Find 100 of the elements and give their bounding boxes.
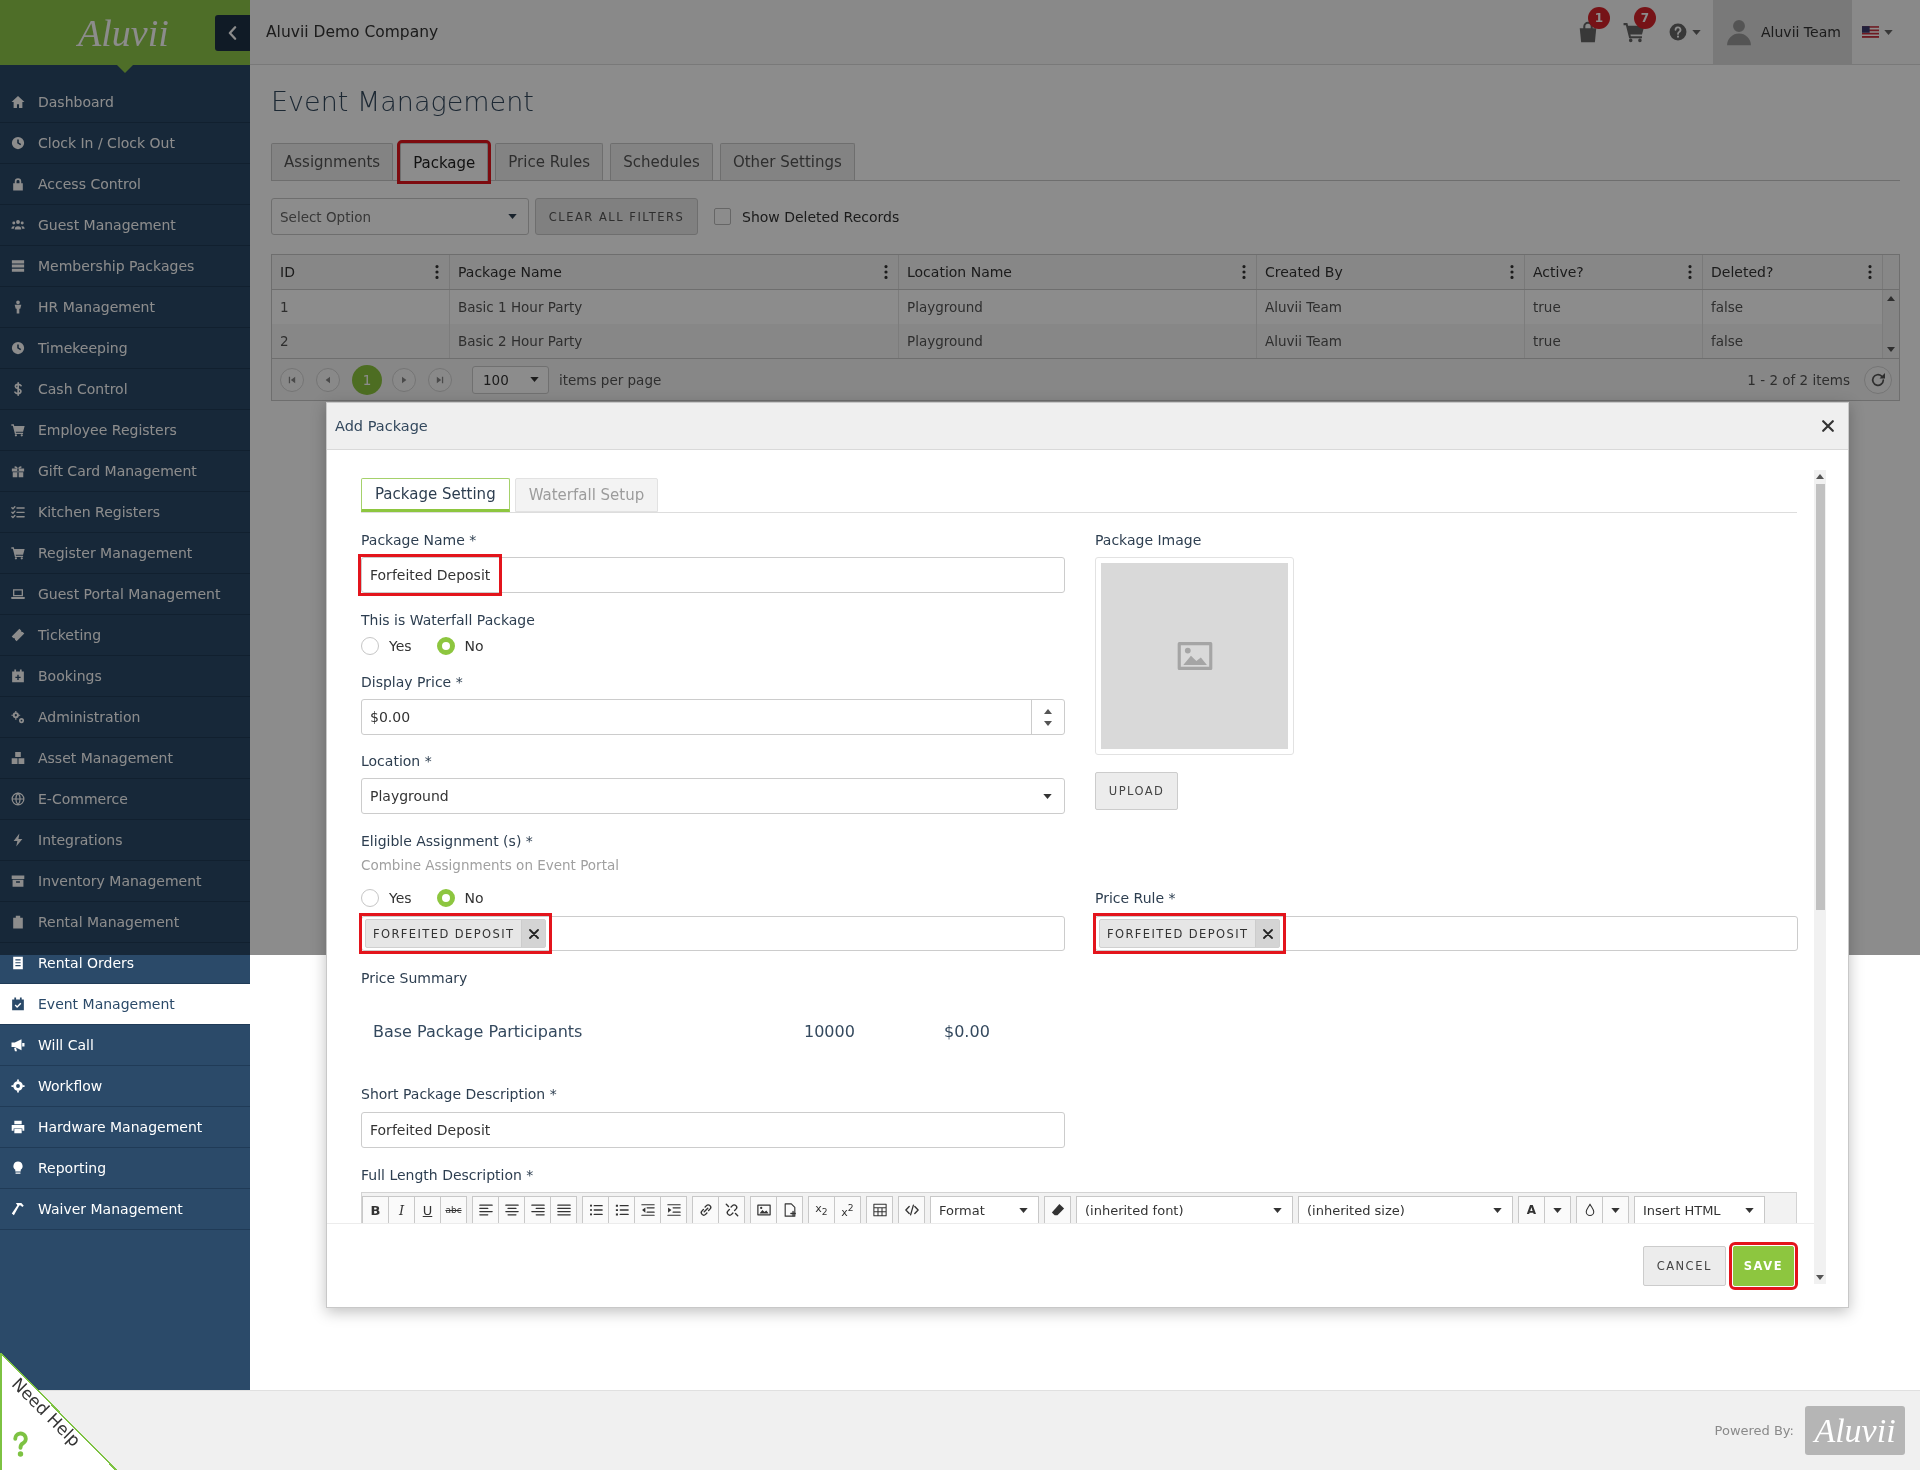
clear-filters-button[interactable]: CLEAR ALL FILTERS [535, 198, 698, 235]
price-rule-field[interactable]: FORFEITED DEPOSIT [1095, 916, 1798, 951]
language-button[interactable] [1862, 26, 1893, 38]
sidebar-item[interactable]: Bookings [11, 667, 102, 685]
clear-formatting-button[interactable] [1044, 1196, 1071, 1223]
text-color-button[interactable]: A [1518, 1196, 1545, 1223]
option-select[interactable]: Select Option [271, 198, 529, 235]
underline-button[interactable]: U [415, 1196, 441, 1223]
italic-button[interactable]: I [389, 1196, 415, 1223]
sidebar-item[interactable]: Rental Orders [11, 954, 135, 972]
sidebar-item[interactable]: Guest Portal Management [11, 585, 221, 603]
sidebar-item[interactable]: Reporting [11, 1159, 107, 1177]
help-menu-button[interactable] [1669, 23, 1701, 41]
column-header[interactable]: Active? [1533, 264, 1584, 280]
link-button[interactable] [692, 1196, 719, 1223]
table-button[interactable] [866, 1196, 893, 1223]
tab[interactable]: Package Setting [361, 478, 510, 512]
indent-button[interactable] [661, 1196, 687, 1223]
location-select[interactable]: Playground [361, 778, 1065, 814]
first-page-button[interactable] [280, 367, 304, 392]
sidebar-item[interactable]: Ticketing [11, 626, 102, 644]
squares-icon [11, 751, 25, 765]
upload-button[interactable]: UPLOAD [1095, 772, 1178, 810]
insert-html-dropdown[interactable]: Insert HTML [1634, 1196, 1765, 1223]
align-justify-button[interactable] [551, 1196, 577, 1223]
superscript-button[interactable]: x$^{2}$ [835, 1196, 861, 1223]
sidebar-item[interactable]: Will Call [11, 1036, 94, 1054]
sidebar-item[interactable]: Hardware Management [11, 1118, 203, 1136]
sidebar-item[interactable]: Cash Control [11, 380, 128, 398]
background-color-menu-button[interactable] [1603, 1196, 1629, 1223]
sidebar-item[interactable]: Kitchen Registers [11, 503, 160, 521]
radio-button[interactable] [361, 637, 379, 655]
align-right-button[interactable] [525, 1196, 551, 1223]
bold-button[interactable]: B [362, 1196, 389, 1223]
remove-tag-button[interactable] [521, 920, 546, 947]
subscript-button[interactable]: x$_{2}$ [808, 1196, 835, 1223]
column-header[interactable]: Location Name [907, 264, 1012, 280]
sidebar-item[interactable]: Rental Management [11, 913, 180, 931]
sidebar-item[interactable]: Gift Card Management [11, 462, 197, 480]
list-button[interactable] [609, 1196, 635, 1223]
close-button[interactable] [1822, 420, 1834, 432]
sidebar-item[interactable]: Employee Registers [11, 421, 177, 439]
page-size-select[interactable]: 100 [472, 365, 549, 394]
bullet-list-icon [588, 1203, 603, 1217]
font-dropdown[interactable]: (inherited font) [1076, 1196, 1293, 1223]
sidebar-item[interactable]: Dashboard [11, 93, 114, 111]
package-name-field[interactable]: Forfeited Deposit [361, 557, 1065, 593]
scrollbar-thumb[interactable] [1815, 484, 1825, 910]
tab[interactable]: Schedules [610, 143, 713, 180]
sidebar-item[interactable]: Integrations [11, 831, 123, 849]
radio-button[interactable] [436, 637, 455, 655]
price-field[interactable]: $0.00 [361, 699, 1065, 735]
sidebar-item[interactable]: Clock In / Clock Out [11, 134, 175, 152]
outdent-button[interactable] [635, 1196, 661, 1223]
sidebar-item[interactable]: Timekeeping [11, 339, 128, 357]
remove-tag-button[interactable] [1255, 920, 1280, 947]
sidebar-item[interactable]: Register Management [11, 544, 193, 562]
sidebar-item[interactable]: Inventory Management [11, 872, 202, 890]
sidebar-item[interactable]: Event Management [0, 984, 250, 1024]
column-header[interactable]: Package Name [458, 264, 562, 280]
sidebar-item[interactable]: E-Commerce [11, 790, 128, 808]
sidebar-item[interactable]: Guest Management [11, 216, 176, 234]
refresh-button[interactable] [1864, 365, 1892, 394]
scrollbar[interactable] [1814, 470, 1826, 1284]
tab[interactable]: Package [400, 143, 489, 181]
strikethrough-button[interactable]: abc [441, 1196, 467, 1223]
checkbox[interactable] [714, 208, 731, 225]
user-menu[interactable]: Aluvii Team [1713, 0, 1852, 64]
text-color-menu-button[interactable] [1545, 1196, 1571, 1223]
tab[interactable]: Assignments [271, 143, 394, 180]
radio-button[interactable] [436, 889, 455, 907]
source-code-button[interactable] [898, 1196, 925, 1223]
sidebar-item[interactable]: Workflow [11, 1077, 103, 1095]
tab[interactable]: Other Settings [719, 143, 855, 180]
sidebar-item[interactable]: Waiver Management [11, 1200, 183, 1218]
cancel-button[interactable]: CANCEL [1642, 1246, 1726, 1286]
bullet-list-button[interactable] [582, 1196, 609, 1223]
users-icon [11, 218, 25, 232]
table-scrollbar[interactable] [1883, 290, 1899, 358]
column-header[interactable]: Created By [1265, 264, 1343, 280]
collapse-button[interactable] [215, 14, 250, 51]
column-header[interactable]: ID [280, 264, 295, 280]
column-header[interactable]: Deleted? [1711, 264, 1774, 280]
last-page-button[interactable] [428, 367, 452, 392]
file-plus-button[interactable] [777, 1196, 803, 1223]
tab[interactable]: Price Rules [495, 143, 604, 180]
radio-button[interactable] [361, 889, 379, 907]
align-left-button[interactable] [472, 1196, 499, 1223]
sidebar-item[interactable]: Membership Packages [11, 257, 195, 275]
sidebar-item[interactable]: Administration [11, 708, 141, 726]
format-dropdown[interactable]: Format [930, 1196, 1039, 1223]
unlink-button[interactable] [719, 1196, 745, 1223]
image-button[interactable] [750, 1196, 777, 1223]
size-dropdown[interactable]: (inherited size) [1298, 1196, 1513, 1223]
assignment-field[interactable]: FORFEITED DEPOSIT [361, 916, 1065, 951]
sidebar-item[interactable]: HR Management [11, 298, 155, 316]
short-description-field[interactable]: Forfeited Deposit [361, 1112, 1065, 1148]
sidebar-item[interactable]: Asset Management [11, 749, 173, 767]
sidebar-item[interactable]: Access Control [11, 175, 141, 193]
align-center-button[interactable] [499, 1196, 525, 1223]
